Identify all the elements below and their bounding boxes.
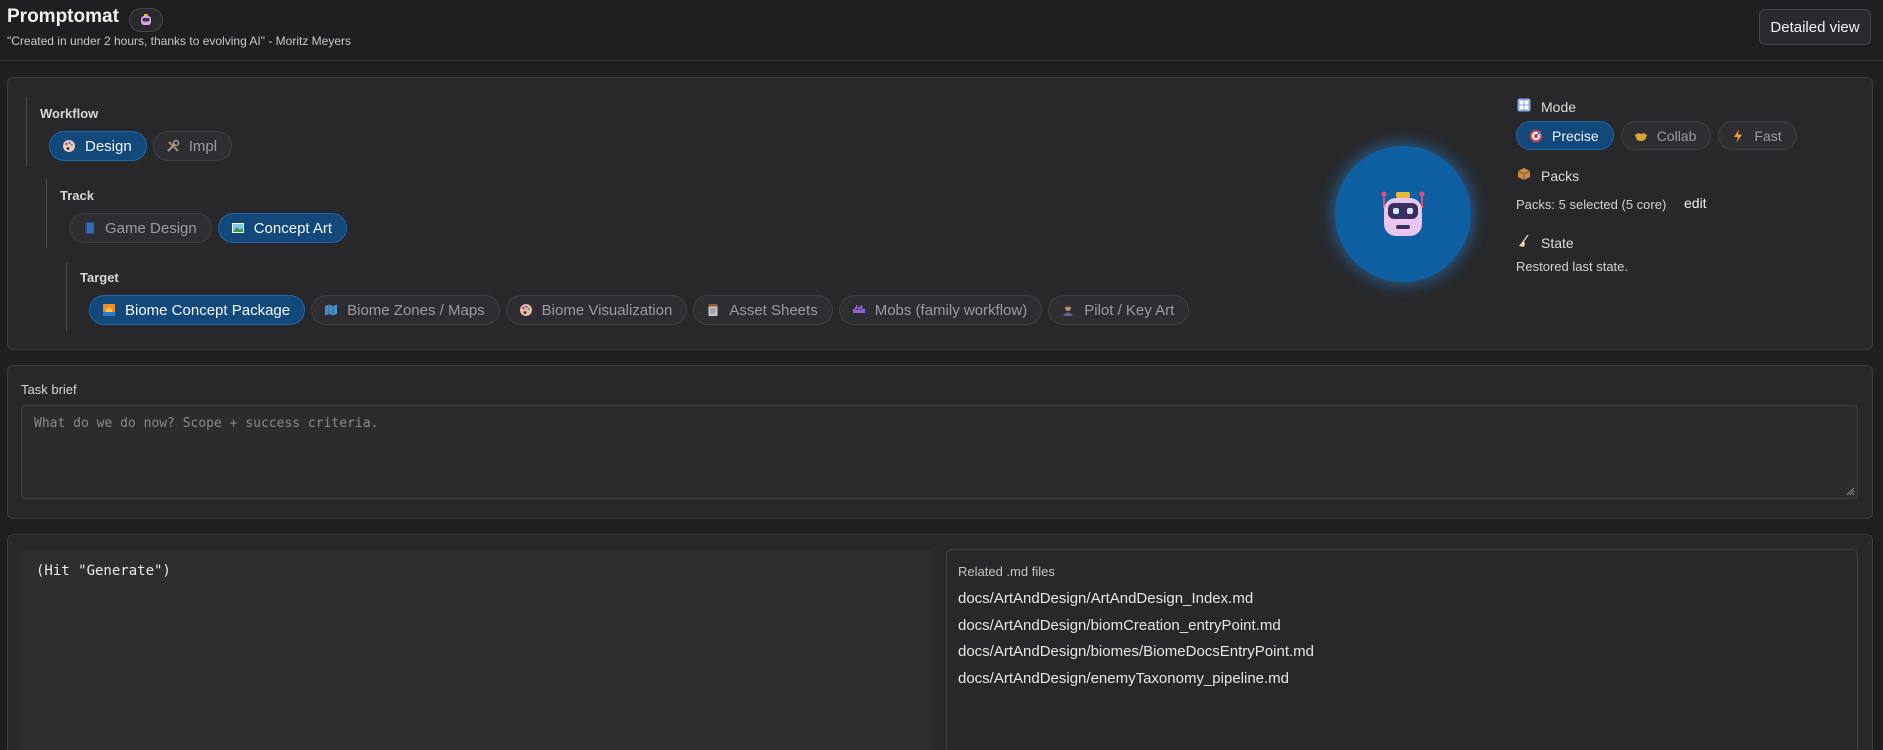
target-chip-biome-concept-package[interactable]: Biome Concept Package [89, 295, 306, 325]
chip-label: Design [85, 137, 132, 155]
target-chip-biome-zones-maps[interactable]: Biome Zones / Maps [311, 295, 500, 325]
chip-label: Concept Art [253, 219, 333, 237]
pilot-icon [1061, 303, 1075, 317]
grid-icon [1517, 98, 1531, 115]
mode-label: Mode [1541, 98, 1577, 115]
mode-chip-collab[interactable]: Collab [1620, 121, 1712, 150]
target-divider [66, 262, 67, 331]
chip-label: Biome Zones / Maps [347, 301, 485, 319]
robot-avatar [1335, 146, 1471, 282]
robot-logo-icon [129, 8, 163, 32]
related-file-item[interactable]: docs/ArtAndDesign/biomCreation_entryPoin… [958, 617, 1281, 634]
related-file-item[interactable]: docs/ArtAndDesign/enemyTaxonomy_pipeline… [958, 670, 1289, 687]
target-chip-mobs[interactable]: Mobs (family workflow) [838, 295, 1043, 325]
track-chip-concept-art[interactable]: Concept Art [217, 213, 348, 243]
app-header: Promptomat "Created in under 2 hours, th… [0, 0, 1883, 61]
chip-label: Fast [1754, 127, 1782, 144]
mode-chip-precise[interactable]: Precise [1516, 121, 1614, 150]
app-subtitle: "Created in under 2 hours, thanks to evo… [7, 34, 352, 48]
track-label: Track [60, 188, 94, 203]
packs-heading: Packs [1517, 167, 1579, 184]
related-files-box: Related .md files docs/ArtAndDesign/ArtA… [946, 549, 1858, 750]
task-brief-input[interactable]: What do we do now? Scope + success crite… [21, 405, 1858, 499]
map-icon [324, 303, 338, 317]
tools-icon [166, 139, 180, 153]
related-file-item[interactable]: docs/ArtAndDesign/biomes/BiomeDocsEntryP… [958, 643, 1314, 660]
handshake-icon [1634, 129, 1648, 143]
chip-label: Collab [1656, 127, 1697, 144]
palette-icon [519, 303, 533, 317]
package-icon [1517, 167, 1531, 184]
target-chip-asset-sheets[interactable]: Asset Sheets [693, 295, 833, 325]
workflow-label: Workflow [40, 106, 99, 121]
book-icon [82, 221, 96, 235]
track-options: Game Design Concept Art [69, 213, 348, 243]
target-chip-pilot-key-art[interactable]: Pilot / Key Art [1048, 295, 1190, 325]
chip-label: Game Design [105, 219, 197, 237]
chip-label: Precise [1552, 127, 1599, 144]
task-brief-label: Task brief [21, 382, 77, 397]
related-files-label: Related .md files [958, 564, 1055, 579]
broom-icon [1517, 234, 1531, 251]
output-text: (Hit "Generate") [36, 563, 171, 579]
palette-icon [62, 139, 76, 153]
workflow-divider [26, 97, 27, 166]
chip-label: Pilot / Key Art [1084, 301, 1175, 319]
workflow-options: Design Impl [49, 131, 233, 161]
state-heading: State [1517, 234, 1574, 251]
chip-label: Impl [188, 137, 218, 155]
alien-icon [852, 303, 866, 317]
target-icon [1529, 129, 1543, 143]
picture-icon [231, 221, 245, 235]
target-options: Biome Concept Package Biome Zones / Maps… [89, 295, 1190, 325]
chip-label: Biome Visualization [541, 301, 673, 319]
lightning-icon [1731, 129, 1745, 143]
detailed-view-button[interactable]: Detailed view [1759, 9, 1871, 45]
mode-options: Precise Collab Fast [1516, 121, 1797, 150]
state-label: State [1541, 234, 1574, 251]
task-brief-placeholder: What do we do now? Scope + success crite… [34, 416, 379, 431]
generated-output[interactable]: (Hit "Generate") [21, 550, 933, 750]
chip-label: Biome Concept Package [125, 301, 291, 319]
target-label: Target [80, 270, 119, 285]
track-chip-game-design[interactable]: Game Design [69, 213, 212, 243]
state-text: Restored last state. [1516, 259, 1628, 274]
packs-label: Packs [1541, 167, 1580, 184]
sunrise-icon [102, 303, 116, 317]
robot-icon [1381, 191, 1425, 236]
mode-chip-fast[interactable]: Fast [1718, 121, 1797, 150]
track-divider [46, 179, 47, 248]
workflow-chip-impl[interactable]: Impl [152, 131, 233, 161]
chip-label: Mobs (family workflow) [874, 301, 1028, 319]
target-chip-biome-visualization[interactable]: Biome Visualization [505, 295, 688, 325]
app-title: Promptomat [7, 6, 119, 27]
resize-handle-icon[interactable] [1845, 486, 1855, 496]
mode-heading: Mode [1517, 98, 1576, 115]
packs-summary: Packs: 5 selected (5 core) [1516, 197, 1667, 212]
related-file-item[interactable]: docs/ArtAndDesign/ArtAndDesign_Index.md [958, 590, 1253, 607]
workflow-chip-design[interactable]: Design [49, 131, 147, 161]
chip-label: Asset Sheets [729, 301, 818, 319]
notepad-icon [706, 303, 720, 317]
packs-edit-link[interactable]: edit [1684, 195, 1707, 211]
